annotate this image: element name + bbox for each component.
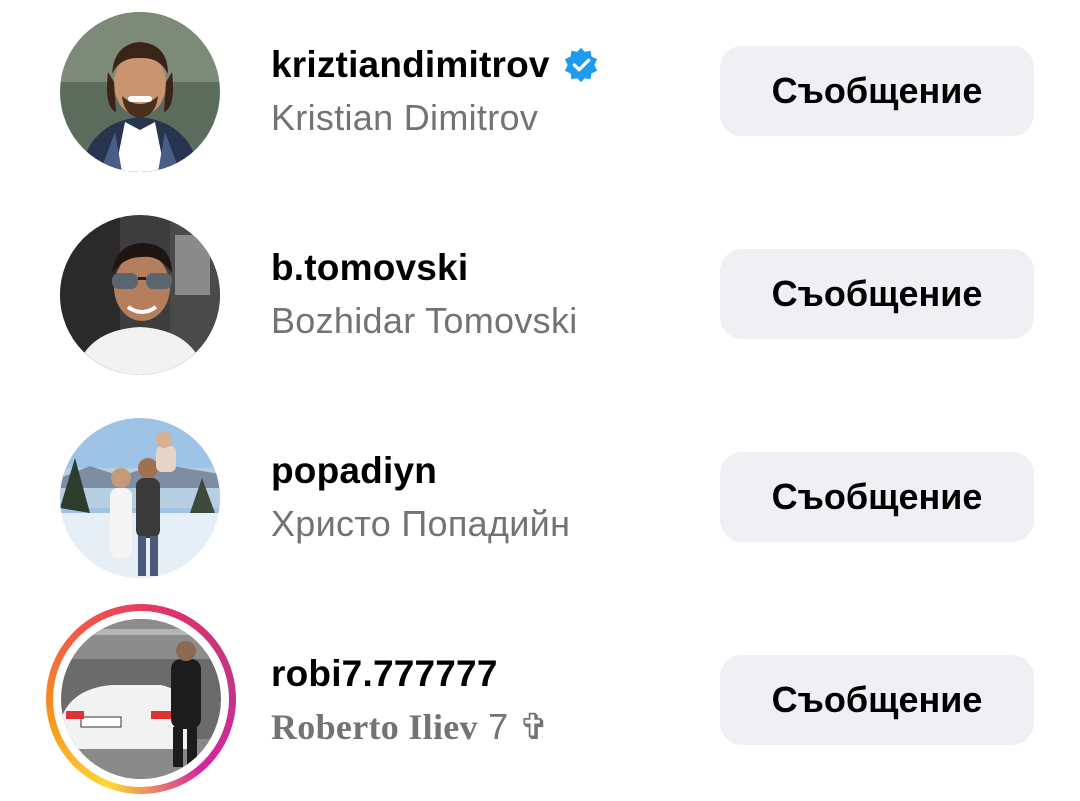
username[interactable]: kriztiandimitrov — [271, 44, 550, 86]
message-button[interactable]: Съобщение — [720, 249, 1034, 339]
list-item[interactable]: kriztiandimitrov Kristian Dimitrov Съобщ… — [0, 0, 1080, 190]
list-item[interactable]: popadiyn Христо Попадийн Съобщение — [0, 406, 1080, 596]
following-list: kriztiandimitrov Kristian Dimitrov Съобщ… — [0, 0, 1080, 801]
avatar[interactable] — [60, 12, 220, 172]
message-button[interactable]: Съобщение — [720, 452, 1034, 542]
full-name-suffix: 7 ✞ — [477, 706, 550, 747]
verified-badge-icon — [562, 46, 600, 84]
username[interactable]: b.tomovski — [271, 247, 468, 289]
full-name: Bozhidar Tomovski — [271, 300, 578, 341]
username[interactable]: popadiyn — [271, 450, 437, 492]
avatar[interactable] — [61, 619, 221, 779]
full-name-styled: Roberto Iliev — [271, 707, 478, 747]
story-ring-avatar[interactable] — [46, 604, 236, 794]
full-name: Roberto Iliev 7 ✞ — [271, 706, 549, 748]
list-item[interactable]: b.tomovski Bozhidar Tomovski Съобщение — [0, 203, 1080, 393]
message-button[interactable]: Съобщение — [720, 655, 1034, 745]
username[interactable]: robi7.777777 — [271, 653, 498, 695]
full-name: Христо Попадийн — [271, 503, 571, 544]
message-button[interactable]: Съобщение — [720, 46, 1034, 136]
avatar[interactable] — [60, 215, 220, 375]
full-name: Kristian Dimitrov — [271, 97, 539, 138]
avatar[interactable] — [60, 418, 220, 578]
